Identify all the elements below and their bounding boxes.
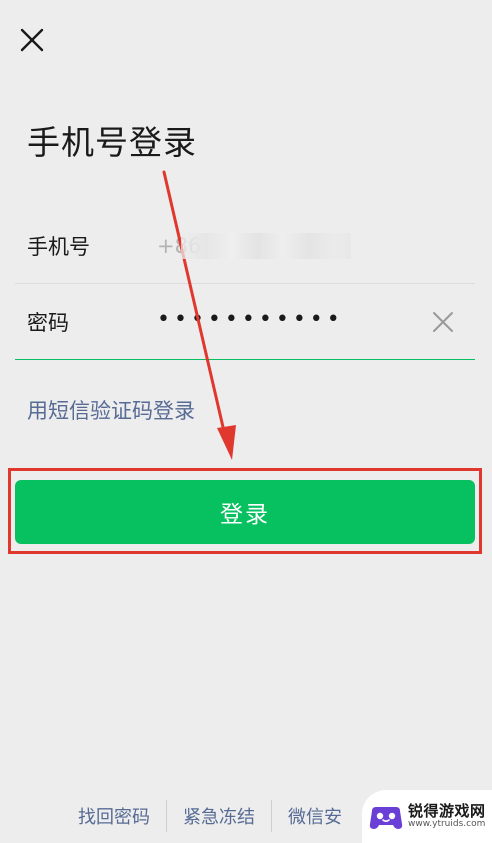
- page-title: 手机号登录: [27, 123, 197, 162]
- password-label: 密码: [27, 310, 69, 335]
- clear-password-button[interactable]: [423, 302, 463, 342]
- gamepad-logo-icon: [369, 806, 403, 829]
- footer-link-emergency-freeze[interactable]: 紧急冻结: [167, 803, 271, 829]
- footer-links: 找回密码 紧急冻结 微信安: [62, 798, 358, 834]
- watermark-title: 锐得游戏网: [408, 802, 486, 821]
- close-button[interactable]: [14, 22, 50, 58]
- watermark-url: www.ytruids.com: [408, 818, 486, 829]
- login-button[interactable]: 登录: [15, 480, 475, 544]
- phone-input[interactable]: +86: [157, 231, 357, 261]
- phone-row[interactable]: 手机号 +86: [15, 208, 475, 284]
- password-input[interactable]: •••••••••••: [157, 307, 423, 332]
- login-page: 手机号登录 手机号 +86 密码 ••••••••••• 用短信验证码登录 登录…: [0, 0, 492, 843]
- phone-number-blur: [181, 232, 351, 259]
- phone-label: 手机号: [27, 234, 90, 259]
- sms-login-link[interactable]: 用短信验证码登录: [27, 395, 195, 425]
- watermark: 锐得游戏网 www.ytruids.com: [362, 790, 492, 843]
- footer-link-find-password[interactable]: 找回密码: [62, 803, 166, 829]
- close-icon: [20, 28, 44, 52]
- password-row[interactable]: 密码 •••••••••••: [15, 284, 475, 360]
- clear-icon: [433, 311, 453, 332]
- watermark-text: 锐得游戏网 www.ytruids.com: [408, 803, 486, 829]
- footer-link-wechat-security[interactable]: 微信安: [272, 803, 358, 829]
